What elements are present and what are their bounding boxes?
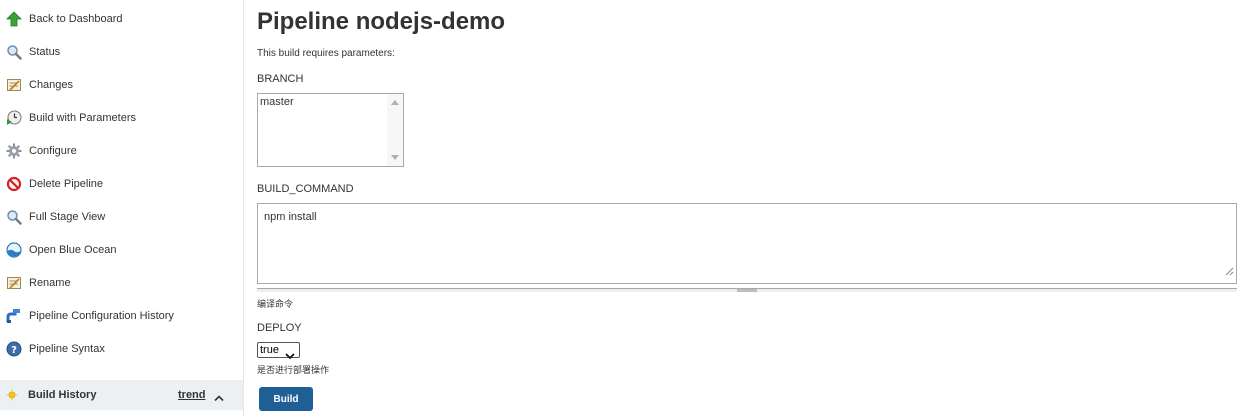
branch-value: master bbox=[260, 96, 294, 108]
sidebar-item-label: Status bbox=[29, 45, 61, 58]
sidebar-item-changes[interactable]: Changes bbox=[0, 68, 243, 101]
jenkins-page: Back to Dashboard Status Changes Build w… bbox=[0, 0, 1243, 416]
blue-ocean-icon bbox=[1, 241, 27, 258]
sidebar-item-build-with-parameters[interactable]: Build with Parameters bbox=[0, 101, 243, 134]
magnifier-icon bbox=[1, 209, 27, 225]
build-command-hint: 编译命令 bbox=[257, 299, 294, 309]
notepad-icon bbox=[1, 275, 27, 291]
sidebar-item-pipeline-syntax[interactable]: ? Pipeline Syntax bbox=[0, 332, 243, 365]
svg-text:?: ? bbox=[11, 345, 17, 356]
sidebar-item-full-stage-view[interactable]: Full Stage View bbox=[0, 200, 243, 233]
pipe-icon bbox=[1, 308, 27, 324]
deploy-select[interactable]: true bbox=[257, 342, 300, 360]
help-icon: ? bbox=[1, 341, 27, 357]
sidebar-item-delete-pipeline[interactable]: Delete Pipeline bbox=[0, 167, 243, 200]
build-command-value: npm install bbox=[264, 211, 317, 223]
page-title: Pipeline nodejs-demo bbox=[257, 8, 506, 35]
sidebar-item-rename[interactable]: Rename bbox=[0, 266, 243, 299]
sidebar-item-label: Configure bbox=[29, 144, 77, 157]
gear-icon bbox=[1, 143, 27, 159]
no-entry-icon bbox=[1, 176, 27, 192]
sidebar-item-label: Back to Dashboard bbox=[29, 12, 123, 25]
sidebar: Back to Dashboard Status Changes Build w… bbox=[0, 0, 244, 416]
deploy-hint: 是否进行部署操作 bbox=[257, 365, 330, 375]
textarea-expand-handle[interactable] bbox=[257, 288, 1237, 292]
chevron-up-icon[interactable] bbox=[214, 389, 224, 407]
build-command-field[interactable]: npm install bbox=[257, 203, 1237, 284]
grip-icon bbox=[737, 289, 757, 292]
build-command-label: BUILD_COMMAND bbox=[257, 183, 354, 195]
sidebar-item-configure[interactable]: Configure bbox=[0, 134, 243, 167]
scroll-up-icon[interactable] bbox=[391, 100, 399, 105]
build-history-title: Build History bbox=[28, 389, 97, 401]
sidebar-item-label: Open Blue Ocean bbox=[29, 243, 117, 256]
branch-scrollbar[interactable] bbox=[387, 94, 403, 166]
build-history-header: Build History trend bbox=[0, 380, 243, 410]
sidebar-item-back-to-dashboard[interactable]: Back to Dashboard bbox=[0, 2, 243, 35]
deploy-selected-value: true bbox=[260, 344, 279, 356]
notepad-icon bbox=[1, 77, 27, 93]
sun-icon bbox=[5, 388, 19, 402]
up-arrow-icon bbox=[1, 10, 27, 27]
resize-grip-icon[interactable] bbox=[1225, 263, 1234, 281]
sidebar-item-label: Full Stage View bbox=[29, 210, 106, 223]
sidebar-item-label: Build with Parameters bbox=[29, 111, 136, 124]
trend-link[interactable]: trend bbox=[178, 389, 206, 401]
sidebar-item-label: Rename bbox=[29, 276, 71, 289]
sidebar-item-label: Delete Pipeline bbox=[29, 177, 103, 190]
sidebar-item-label: Pipeline Configuration History bbox=[29, 309, 174, 322]
branch-label: BRANCH bbox=[257, 73, 304, 85]
sidebar-item-label: Pipeline Syntax bbox=[29, 342, 105, 355]
branch-field[interactable]: master bbox=[257, 93, 404, 167]
sidebar-item-open-blue-ocean[interactable]: Open Blue Ocean bbox=[0, 233, 243, 266]
main-content: Pipeline nodejs-demo This build requires… bbox=[257, 0, 1237, 416]
deploy-label: DEPLOY bbox=[257, 322, 302, 334]
scroll-down-icon[interactable] bbox=[391, 155, 399, 160]
magnifier-icon bbox=[1, 44, 27, 60]
sidebar-item-status[interactable]: Status bbox=[0, 35, 243, 68]
clock-play-icon bbox=[1, 110, 27, 126]
sidebar-item-pipeline-configuration-history[interactable]: Pipeline Configuration History bbox=[0, 299, 243, 332]
build-button[interactable]: Build bbox=[259, 387, 313, 411]
build-description: This build requires parameters: bbox=[257, 48, 395, 59]
sidebar-item-label: Changes bbox=[29, 78, 74, 91]
